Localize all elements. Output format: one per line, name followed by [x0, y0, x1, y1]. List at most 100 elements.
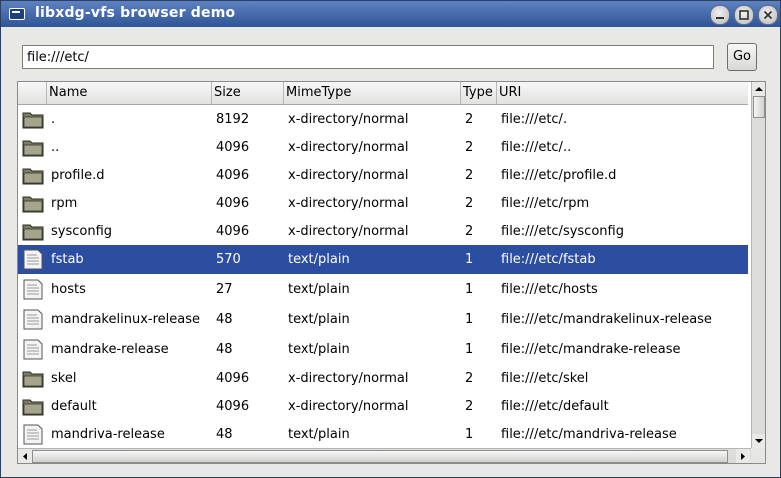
table-row[interactable]: profile.d 4096 x-directory/normal 2 file:///…: [18, 161, 748, 190]
row-type: 2: [465, 112, 474, 127]
row-type: 1: [465, 312, 474, 327]
row-name: skel: [51, 371, 77, 386]
close-button[interactable]: [758, 5, 778, 25]
row-size: 27: [216, 282, 233, 297]
row-mimetype: x-directory/normal: [288, 196, 409, 211]
row-mimetype: text/plain: [288, 342, 350, 357]
row-uri: file:///etc/default: [501, 399, 609, 414]
list-header: Name Size MimeType Type URI: [18, 82, 748, 105]
table-row[interactable]: .. 4096 x-directory/normal 2 file:///etc/..: [18, 133, 748, 162]
row-mimetype: x-directory/normal: [288, 168, 409, 183]
row-name: ..: [51, 140, 60, 155]
table-row[interactable]: skel 4096 x-directory/normal 2 file:///etc/s…: [18, 364, 748, 393]
table-row[interactable]: default 4096 x-directory/normal 2 file:///et…: [18, 392, 748, 421]
table-row[interactable]: mandriva-release 48 text/plain 1 file:///etc…: [18, 420, 748, 449]
row-mimetype: x-directory/normal: [288, 140, 409, 155]
row-type: 2: [465, 399, 474, 414]
row-mimetype: text/plain: [288, 282, 350, 297]
row-size: 4096: [216, 140, 250, 155]
row-uri: file:///etc/sysconfig: [501, 224, 624, 239]
maximize-button[interactable]: [734, 5, 754, 25]
arrow-up-icon: [755, 87, 763, 91]
go-button[interactable]: Go: [727, 43, 757, 71]
row-type: 2: [465, 140, 474, 155]
row-size: 48: [216, 427, 233, 442]
scrollbar-corner: [751, 448, 765, 463]
row-uri: file:///etc/mandrakelinux-release: [501, 312, 712, 327]
arrow-right-icon: [741, 453, 745, 460]
table-row[interactable]: . 8192 x-directory/normal 2 file:///etc/.: [18, 105, 748, 134]
row-uri: file:///etc/.: [501, 112, 568, 127]
row-name: sysconfig: [51, 224, 113, 239]
row-type: 1: [465, 342, 474, 357]
row-uri: file:///etc/skel: [501, 371, 589, 386]
row-uri: file:///etc/fstab: [501, 252, 596, 267]
header-uri[interactable]: URI: [497, 82, 748, 104]
row-size: 4096: [216, 196, 250, 211]
row-type: 2: [465, 168, 474, 183]
list-rows: . 8192 x-directory/normal 2 file:///etc/... 4…: [18, 105, 748, 449]
row-name: .: [51, 112, 56, 127]
maximize-icon: [739, 10, 749, 20]
row-type: 1: [465, 427, 474, 442]
row-size: 8192: [216, 112, 250, 127]
row-mimetype: text/plain: [288, 252, 350, 267]
row-name: mandriva-release: [51, 427, 165, 442]
row-mimetype: x-directory/normal: [288, 399, 409, 414]
row-uri: file:///etc/rpm: [501, 196, 590, 211]
vertical-scroll-thumb[interactable]: [753, 96, 765, 118]
table-row[interactable]: mandrake-release 48 text/plain 1 file:///etc…: [18, 335, 748, 364]
header-mimetype[interactable]: MimeType: [284, 82, 461, 104]
app-window: libxdg-vfs browser demo Go Name Size Mim…: [0, 0, 781, 478]
row-uri: file:///etc/mandriva-release: [501, 427, 677, 442]
header-size[interactable]: Size: [212, 82, 284, 104]
horizontal-scrollbar[interactable]: [18, 448, 751, 463]
scroll-right-button[interactable]: [736, 449, 750, 463]
row-uri: file:///etc/mandrake-release: [501, 342, 681, 357]
row-type: 1: [465, 252, 474, 267]
scroll-up-button[interactable]: [752, 82, 765, 96]
scroll-left-button[interactable]: [18, 449, 32, 463]
row-mimetype: text/plain: [288, 312, 350, 327]
row-size: 570: [216, 252, 241, 267]
row-size: 48: [216, 342, 233, 357]
horizontal-scroll-thumb[interactable]: [32, 450, 728, 463]
row-name: hosts: [51, 282, 86, 297]
row-name: default: [51, 399, 97, 414]
row-type: 2: [465, 371, 474, 386]
header-type[interactable]: Type: [461, 82, 497, 104]
table-row[interactable]: mandrakelinux-release 48 text/plain 1 file:/…: [18, 305, 748, 334]
row-mimetype: text/plain: [288, 427, 350, 442]
table-row[interactable]: hosts 27 text/plain 1 file:///etc/hosts: [18, 275, 748, 304]
table-row[interactable]: fstab 570 text/plain 1 file:///etc/fstab: [18, 245, 748, 274]
file-list[interactable]: Name Size MimeType Type URI . 8192 x-direc…: [17, 81, 766, 464]
row-type: 2: [465, 224, 474, 239]
row-size: 48: [216, 312, 233, 327]
window-title: libxdg-vfs browser demo: [35, 5, 236, 21]
arrow-down-icon: [755, 439, 763, 443]
header-icon-column[interactable]: [18, 82, 47, 104]
row-mimetype: x-directory/normal: [288, 371, 409, 386]
header-name[interactable]: Name: [47, 82, 212, 104]
row-uri: file:///etc/..: [501, 140, 572, 155]
scroll-down-button[interactable]: [752, 434, 765, 448]
row-size: 4096: [216, 371, 250, 386]
row-name: rpm: [51, 196, 78, 211]
title-bar[interactable]: libxdg-vfs browser demo: [1, 1, 780, 27]
arrow-left-icon: [23, 453, 27, 460]
row-name: mandrakelinux-release: [51, 312, 200, 327]
table-row[interactable]: sysconfig 4096 x-directory/normal 2 file:///…: [18, 217, 748, 246]
row-type: 2: [465, 196, 474, 211]
vertical-scrollbar[interactable]: [751, 82, 765, 448]
window-icon[interactable]: [9, 8, 25, 20]
row-name: fstab: [51, 252, 84, 267]
row-size: 4096: [216, 399, 250, 414]
row-name: profile.d: [51, 168, 105, 183]
table-row[interactable]: rpm 4096 x-directory/normal 2 file:///etc/rp…: [18, 189, 748, 218]
row-mimetype: x-directory/normal: [288, 224, 409, 239]
row-mimetype: x-directory/normal: [288, 112, 409, 127]
row-name: mandrake-release: [51, 342, 169, 357]
url-input[interactable]: [22, 45, 714, 69]
close-icon: [763, 10, 773, 20]
minimize-button[interactable]: [710, 5, 730, 25]
